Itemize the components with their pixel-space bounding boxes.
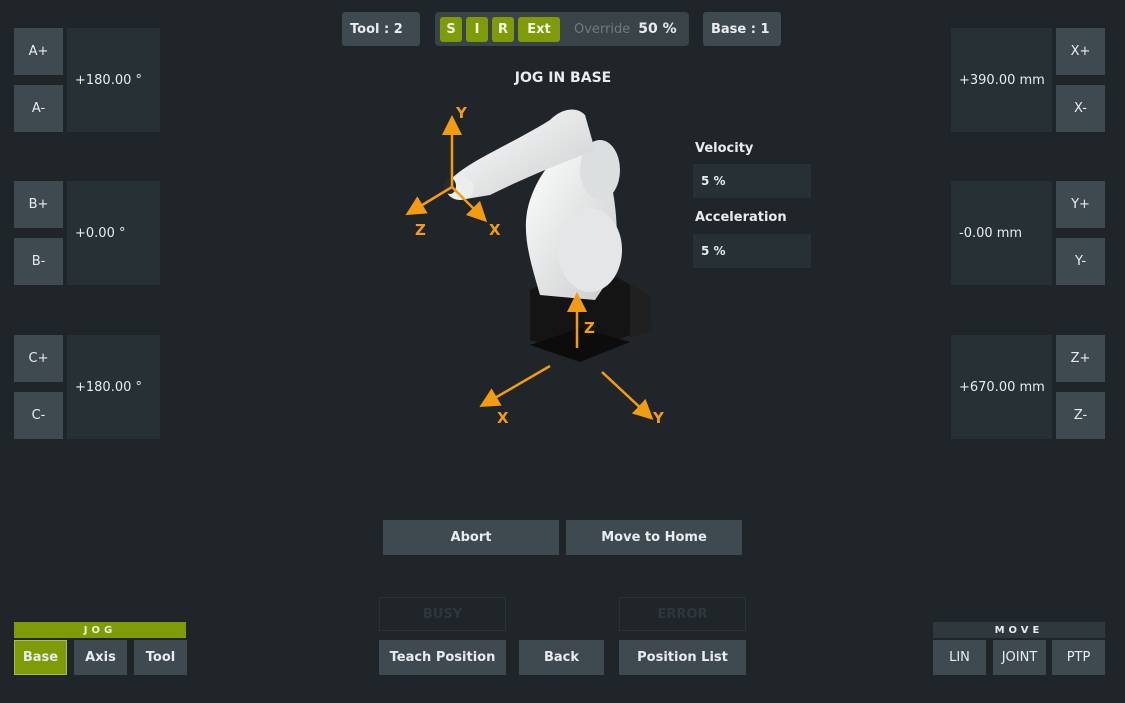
mode-button-s[interactable]: S [440, 16, 462, 42]
override-label: Override [574, 21, 631, 37]
move-header: MOVE [933, 622, 1105, 638]
base-axis-z-label: Z [584, 319, 595, 337]
error-text: ERROR [657, 606, 708, 622]
base-axis-x-label: X [497, 409, 509, 427]
jog-option-tool[interactable]: Tool [134, 640, 187, 675]
c-value: +180.00 ° [67, 335, 160, 439]
acceleration-label: Acceleration [695, 210, 787, 225]
mode-panel: S I R Ext Override 50 % [435, 12, 689, 46]
c-plus-button[interactable]: C+ [14, 335, 63, 382]
tool-axis-x-label: X [489, 221, 501, 239]
tool-axis-z-label: Z [415, 221, 426, 239]
mode-button-r[interactable]: R [492, 16, 514, 42]
base-indicator: Base : 1 [703, 12, 781, 46]
c-minus-button[interactable]: C- [14, 392, 63, 439]
mode-button-i[interactable]: I [466, 16, 488, 42]
y-minus-button[interactable]: Y- [1056, 238, 1105, 285]
position-list-button[interactable]: Position List [619, 640, 746, 675]
move-option-ptp[interactable]: PTP [1052, 640, 1105, 675]
view-title: JOG IN BASE [514, 70, 612, 86]
back-button[interactable]: Back [519, 640, 604, 675]
busy-indicator: BUSY [379, 597, 506, 631]
a-plus-button[interactable]: A+ [14, 28, 63, 75]
a-minus-button[interactable]: A- [14, 85, 63, 132]
move-option-lin[interactable]: LIN [933, 640, 986, 675]
b-value-text: +0.00 ° [75, 225, 126, 241]
base-label: Base : 1 [711, 21, 770, 37]
x-plus-button[interactable]: X+ [1056, 28, 1105, 75]
z-value-text: +670.00 mm [959, 379, 1045, 395]
y-value-text: -0.00 mm [959, 225, 1023, 241]
move-to-home-button[interactable]: Move to Home [566, 520, 742, 555]
y-value: -0.00 mm [951, 181, 1052, 285]
b-value: +0.00 ° [67, 181, 160, 285]
move-option-joint[interactable]: JOINT [993, 640, 1046, 675]
acceleration-value: 5 % [701, 244, 726, 258]
override-value[interactable]: 50 % [638, 21, 676, 37]
tool-label: Tool : 2 [350, 21, 403, 37]
robot-illustration: Y Z X Z X Y [405, 104, 665, 427]
move-header-text: MOVE [994, 624, 1044, 636]
velocity-label: Velocity [695, 141, 754, 156]
abort-button[interactable]: Abort [383, 520, 559, 555]
c-value-text: +180.00 ° [75, 379, 143, 395]
mode-button-ext[interactable]: Ext [518, 16, 560, 42]
tool-axis-y-label: Y [455, 104, 468, 122]
base-axis-y-label: Y [652, 409, 665, 427]
jog-option-base[interactable]: Base [14, 640, 67, 675]
teach-position-button[interactable]: Teach Position [379, 640, 506, 675]
y-plus-button[interactable]: Y+ [1056, 181, 1105, 228]
z-plus-button[interactable]: Z+ [1056, 335, 1105, 382]
acceleration-input[interactable]: 5 % [693, 234, 811, 268]
z-minus-button[interactable]: Z- [1056, 392, 1105, 439]
tool-indicator: Tool : 2 [342, 12, 420, 46]
velocity-input[interactable]: 5 % [693, 164, 811, 198]
b-minus-button[interactable]: B- [14, 238, 63, 285]
b-plus-button[interactable]: B+ [14, 181, 63, 228]
error-indicator: ERROR [619, 597, 746, 631]
z-value: +670.00 mm [951, 335, 1052, 439]
velocity-value: 5 % [701, 174, 726, 188]
x-minus-button[interactable]: X- [1056, 85, 1105, 132]
jog-header-text: JOG [83, 624, 117, 636]
jog-option-axis[interactable]: Axis [74, 640, 127, 675]
busy-text: BUSY [422, 606, 463, 622]
jog-header: JOG [14, 622, 186, 638]
